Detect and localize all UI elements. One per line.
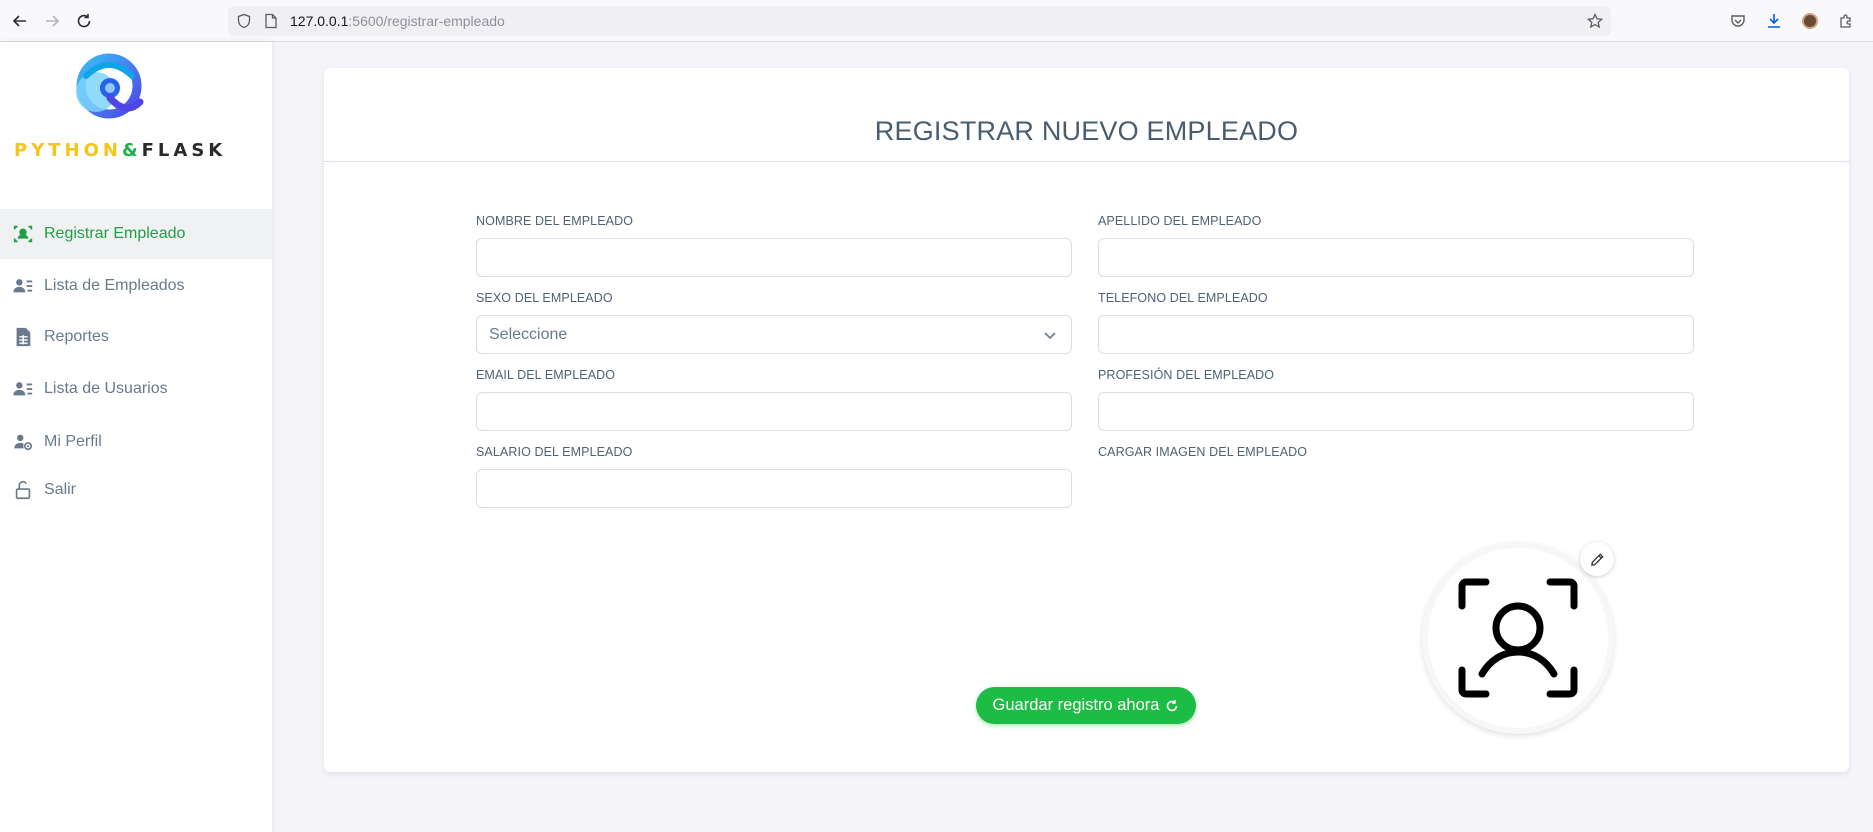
refresh-icon: [1167, 699, 1178, 711]
sexo-select[interactable]: Seleccione: [476, 315, 1072, 354]
shield-icon[interactable]: [236, 13, 252, 29]
bookmark-star-icon[interactable]: [1587, 13, 1603, 29]
page-title: REGISTRAR NUEVO EMPLEADO: [874, 116, 1299, 146]
telefono-input[interactable]: [1098, 315, 1694, 354]
profesion-input[interactable]: [1098, 392, 1694, 431]
logo-text-amp: &: [121, 140, 142, 161]
save-record-button[interactable]: Guardar registro ahora: [976, 687, 1196, 724]
telefono-label: TELEFONO DEL EMPLEADO: [1098, 291, 1268, 305]
unlock-icon: [12, 479, 34, 501]
logo-text-python: PYTHON: [14, 140, 122, 161]
pencil-icon: [1590, 552, 1604, 566]
sexo-selected-value: Seleccione: [489, 325, 568, 343]
email-input[interactable]: [476, 392, 1072, 431]
sidebar-item-label: Reportes: [44, 328, 109, 345]
imagen-label: CARGAR IMAGEN DEL EMPLEADO: [1098, 445, 1308, 459]
salario-input[interactable]: [476, 469, 1072, 508]
field-sexo: SEXO DEL EMPLEADO Seleccione: [476, 291, 1072, 354]
field-profesion: PROFESIÓN DEL EMPLEADO: [1098, 368, 1694, 431]
account-avatar-icon[interactable]: [1801, 12, 1819, 30]
browser-toolbar: 127.0.0.1:5600/registrar-empleado: [0, 0, 1873, 42]
logo-text: PYTHON&FLASK: [14, 140, 226, 161]
sidebar-item-salir[interactable]: Salir: [0, 467, 272, 513]
sidebar-menu: Registrar Empleado Lista de Empleados Re…: [0, 209, 272, 513]
sidebar-item-label: Mi Perfil: [44, 433, 102, 450]
forward-icon[interactable]: [40, 9, 64, 33]
pocket-icon[interactable]: [1729, 12, 1747, 30]
sidebar-item-label: Lista de Usuarios: [44, 380, 168, 397]
card-header: REGISTRAR NUEVO EMPLEADO: [324, 68, 1849, 162]
browser-actions: [1729, 0, 1873, 42]
url-host: 127.0.0.1: [290, 13, 349, 29]
sidebar-item-reportes[interactable]: Reportes: [0, 313, 272, 361]
sidebar-item-lista-usuarios[interactable]: Lista de Usuarios: [0, 361, 272, 417]
sidebar: PYTHON&FLASK Registrar Empleado Lista de…: [0, 42, 272, 832]
sidebar-item-registrar-empleado[interactable]: Registrar Empleado: [0, 209, 272, 259]
page-icon: [265, 13, 277, 29]
nombre-input[interactable]: [476, 238, 1072, 277]
nombre-label: NOMBRE DEL EMPLEADO: [476, 214, 634, 228]
field-apellido: APELLIDO DEL EMPLEADO: [1098, 214, 1694, 277]
field-nombre: NOMBRE DEL EMPLEADO: [476, 214, 1072, 277]
apellido-input[interactable]: [1098, 238, 1694, 277]
salario-label: SALARIO DEL EMPLEADO: [476, 445, 633, 459]
sidebar-item-mi-perfil[interactable]: Mi Perfil: [0, 417, 272, 467]
field-telefono: TELEFONO DEL EMPLEADO: [1098, 291, 1694, 354]
image-upload[interactable]: [1422, 542, 1622, 734]
sidebar-item-lista-empleados[interactable]: Lista de Empleados: [0, 259, 272, 313]
user-settings-icon: [12, 431, 34, 453]
edit-image-button[interactable]: [1580, 542, 1614, 576]
logo-icon[interactable]: [66, 46, 152, 130]
email-label: EMAIL DEL EMPLEADO: [476, 368, 616, 382]
sidebar-item-label: Salir: [44, 481, 77, 498]
url-path: :5600/registrar-empleado: [348, 13, 505, 29]
user-list-icon: [12, 275, 34, 297]
logo-text-flask: FLASK: [141, 140, 227, 161]
user-list-icon: [12, 378, 34, 400]
chevron-down-icon: [1044, 331, 1056, 339]
address-bar[interactable]: 127.0.0.1:5600/registrar-empleado: [228, 6, 1611, 36]
user-scan-icon: [12, 223, 34, 245]
sidebar-item-label: Registrar Empleado: [44, 225, 186, 242]
reload-icon[interactable]: [72, 9, 96, 33]
user-scan-icon: [1458, 578, 1578, 698]
sexo-label: SEXO DEL EMPLEADO: [476, 291, 613, 305]
extensions-icon[interactable]: [1837, 12, 1855, 30]
spreadsheet-icon: [12, 326, 34, 348]
field-email: EMAIL DEL EMPLEADO: [476, 368, 1072, 431]
field-salario: SALARIO DEL EMPLEADO: [476, 445, 1072, 508]
back-icon[interactable]: [8, 9, 32, 33]
profesion-label: PROFESIÓN DEL EMPLEADO: [1098, 368, 1275, 382]
download-icon[interactable]: [1765, 12, 1783, 30]
register-employee-card: REGISTRAR NUEVO EMPLEADO NOMBRE DEL EMPL…: [324, 68, 1849, 772]
sidebar-item-label: Lista de Empleados: [44, 277, 185, 294]
field-imagen: CARGAR IMAGEN DEL EMPLEADO: [1098, 445, 1694, 469]
apellido-label: APELLIDO DEL EMPLEADO: [1098, 214, 1262, 228]
save-record-label: Guardar registro ahora: [992, 696, 1160, 714]
url-text[interactable]: 127.0.0.1:5600/registrar-empleado: [290, 13, 505, 29]
